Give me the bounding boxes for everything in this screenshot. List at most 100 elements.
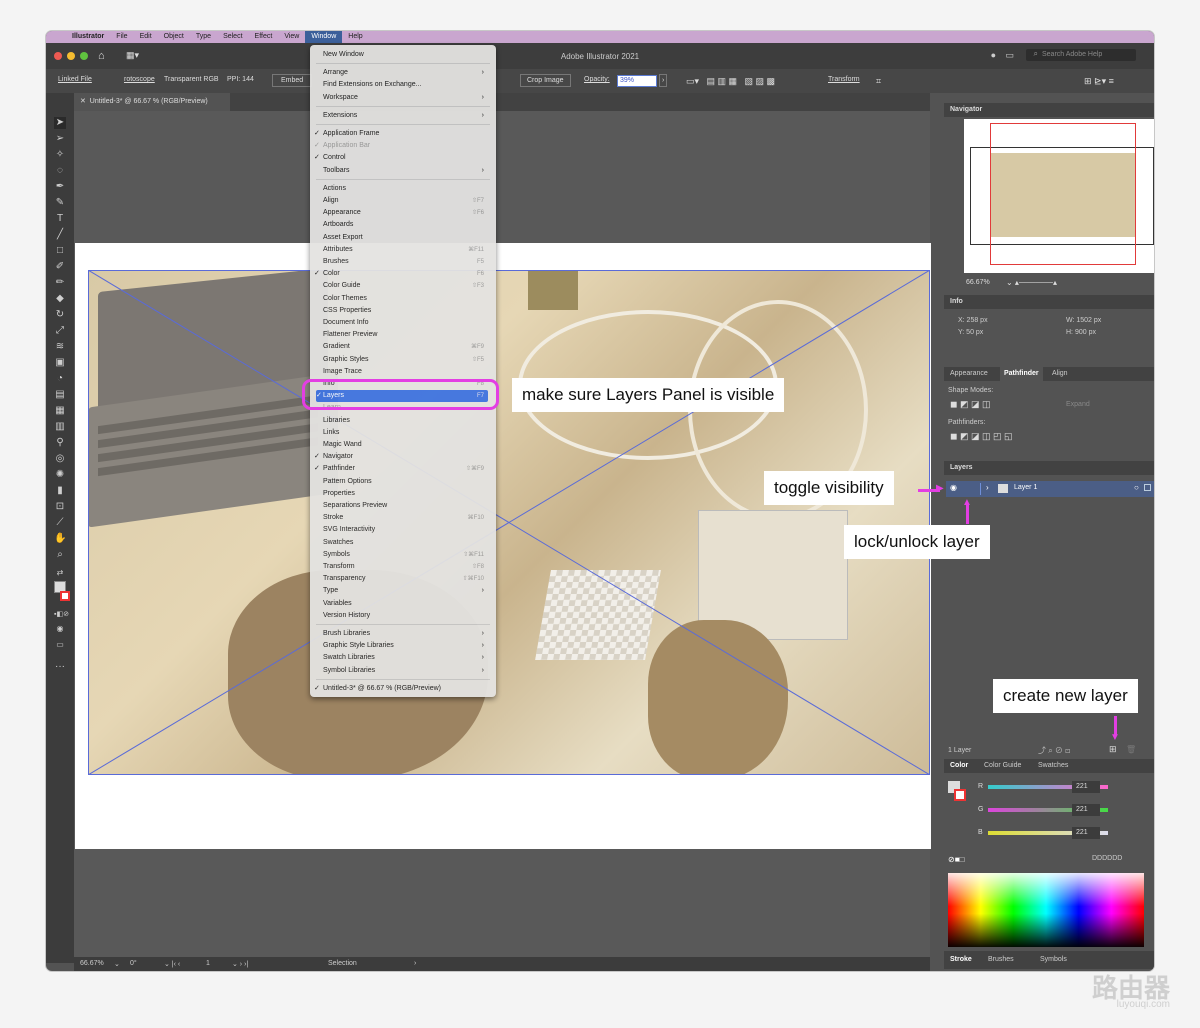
hex-value[interactable]: DDDDDD — [1092, 855, 1122, 862]
type-tool-icon[interactable]: T — [54, 213, 66, 225]
menu-item-links[interactable]: Links — [323, 427, 488, 439]
rotate-view[interactable]: 0° — [130, 960, 137, 967]
perspective-grid-tool-icon[interactable]: ▤ — [54, 389, 66, 401]
menu-item-variables[interactable]: Variables — [323, 598, 488, 610]
draw-mode-icon[interactable]: ◉ — [54, 623, 66, 635]
menu-item-transparency[interactable]: Transparency ⇧⌘F10 — [323, 573, 488, 585]
menu-item-color[interactable]: ✓ Color F6 — [314, 268, 488, 280]
navigator-zoom-slider[interactable]: ⌄ ▴──────▴ — [1006, 278, 1057, 287]
menu-item-pattern-options[interactable]: Pattern Options — [323, 476, 488, 488]
rectangle-tool-icon[interactable]: □ — [54, 245, 66, 257]
transform-icon[interactable]: ⌗ — [876, 76, 881, 87]
menu-item-find-extensions-on-exchange[interactable]: Find Extensions on Exchange... — [323, 79, 488, 91]
navigator-panel-header[interactable]: Navigator — [944, 103, 1154, 117]
navigator-zoom[interactable]: 66.67% — [966, 279, 990, 286]
status-mode[interactable]: Selection — [328, 960, 357, 967]
direct-selection-tool-icon[interactable]: ➢ — [54, 133, 66, 145]
g-value[interactable]: 221 — [1072, 804, 1100, 816]
artboard-nav-next-icons[interactable]: ⌄ › ›| — [232, 960, 248, 968]
layers-footer-icons[interactable]: ⤴ ⌕ ⊘ ⊡ — [1038, 745, 1070, 756]
pencil-tool-icon[interactable]: ✏ — [54, 277, 66, 289]
shape-builder-tool-icon[interactable]: ◔ — [54, 373, 66, 385]
target-icon[interactable]: ○ — [1134, 483, 1139, 492]
menu-item-brush-libraries[interactable]: Brush Libraries › — [323, 628, 488, 640]
color-stroke-swatch[interactable] — [954, 789, 966, 801]
menu-item-properties[interactable]: Properties — [323, 488, 488, 500]
tab-color-guide[interactable]: Color Guide — [984, 759, 1021, 773]
tab-swatches[interactable]: Swatches — [1038, 759, 1068, 773]
selection-tool-icon[interactable]: ➤ — [54, 117, 66, 129]
menu-item-stroke[interactable]: Stroke ⌘F10 — [323, 512, 488, 524]
menu-item-separations-preview[interactable]: Separations Preview — [323, 500, 488, 512]
hand-tool-icon[interactable]: ✋ — [54, 533, 66, 545]
screen-mode-icon[interactable]: ▭ — [54, 639, 66, 651]
menu-item-color-guide[interactable]: Color Guide ⇧F3 — [323, 280, 488, 292]
menu-item-swatches[interactable]: Swatches — [323, 537, 488, 549]
tab-appearance[interactable]: Appearance — [950, 367, 988, 381]
linked-file-link[interactable]: Linked File — [58, 76, 92, 83]
tab-color[interactable]: Color — [950, 759, 968, 773]
menu-item-control[interactable]: ✓ Control — [314, 152, 488, 164]
status-arrow-icon[interactable]: › — [414, 960, 416, 967]
swap-colors-icon[interactable]: ⇄ — [54, 567, 66, 579]
menu-item-version-history[interactable]: Version History — [323, 610, 488, 622]
menu-item-navigator[interactable]: ✓ Navigator — [314, 451, 488, 463]
eraser-tool-icon[interactable]: ◆ — [54, 293, 66, 305]
color-mode-icons[interactable]: ▪◧⊘ — [54, 609, 69, 621]
layer-name[interactable]: Layer 1 — [1014, 484, 1037, 491]
expand-layer-icon[interactable]: › — [986, 483, 989, 492]
blend-tool-icon[interactable]: ◎ — [54, 453, 66, 465]
menu-item-color-themes[interactable]: Color Themes — [323, 293, 488, 305]
selection-indicator[interactable] — [1144, 484, 1151, 491]
menu-item-artboards[interactable]: Artboards — [323, 219, 488, 231]
menu-file[interactable]: File — [110, 31, 133, 43]
menu-item-magic-wand[interactable]: Magic Wand — [323, 439, 488, 451]
new-layer-icon[interactable]: ⊞ — [1109, 744, 1117, 755]
symbol-sprayer-tool-icon[interactable]: ✺ — [54, 469, 66, 481]
menu-item-new-window[interactable]: New Window — [323, 49, 488, 61]
menu-item-swatch-libraries[interactable]: Swatch Libraries › — [323, 652, 488, 664]
menu-item-symbols[interactable]: Symbols ⇧⌘F11 — [323, 549, 488, 561]
mesh-tool-icon[interactable]: ▦ — [54, 405, 66, 417]
menu-item-untitled-3-66-67-rgb-preview[interactable]: ✓ Untitled-3* @ 66.67 % (RGB/Preview) — [314, 683, 488, 695]
color-spectrum[interactable] — [948, 873, 1144, 947]
tab-symbols[interactable]: Symbols — [1040, 951, 1067, 969]
eye-icon[interactable]: ◉ — [950, 483, 957, 492]
none-black-white-swatches[interactable]: ⊘■□ — [948, 855, 964, 864]
menu-help[interactable]: Help — [342, 31, 368, 43]
lock-toggle[interactable] — [980, 483, 981, 495]
menu-window[interactable]: Window — [305, 31, 343, 43]
zoom-level[interactable]: 66.67% — [80, 960, 104, 967]
menu-item-svg-interactivity[interactable]: SVG Interactivity — [323, 524, 488, 536]
pathfinder-icons[interactable]: ◼ ◩ ◪ ◫ ◰ ◱ — [950, 431, 1013, 442]
artboard-number[interactable]: 1 — [206, 960, 210, 967]
trash-icon[interactable]: 🗑 — [1126, 745, 1136, 754]
menu-item-graphic-styles[interactable]: Graphic Styles ⇧F5 — [323, 354, 488, 366]
zoom-dropdown-icon[interactable]: ⌄ — [114, 960, 120, 968]
close-tab-icon[interactable]: ✕ — [80, 98, 86, 105]
menu-effect[interactable]: Effect — [249, 31, 279, 43]
tab-pathfinder[interactable]: Pathfinder — [1000, 367, 1043, 381]
opacity-arrow-button[interactable]: › — [659, 74, 668, 87]
menu-item-document-info[interactable]: Document Info — [323, 317, 488, 329]
menu-item-align[interactable]: Align ⇧F7 — [323, 195, 488, 207]
r-value[interactable]: 221 — [1072, 781, 1100, 793]
expand-button[interactable]: Expand — [1066, 401, 1090, 408]
magic-wand-tool-icon[interactable]: ✧ — [54, 149, 66, 161]
embed-button[interactable]: Embed — [272, 74, 313, 87]
menu-item-gradient[interactable]: Gradient ⌘F9 — [323, 341, 488, 353]
artboard-nav-icons[interactable]: ⌄ |‹ ‹ — [164, 960, 180, 968]
menu-item-asset-export[interactable]: Asset Export — [323, 232, 488, 244]
menu-item-type[interactable]: Type › — [323, 585, 488, 597]
layers-panel-header[interactable]: Layers — [944, 461, 1154, 475]
menu-item-extensions[interactable]: Extensions › — [323, 110, 488, 122]
align-icons[interactable]: ▭▾ ▤ ▥ ▦ ▧ ▨ ▩ — [686, 76, 775, 87]
paintbrush-tool-icon[interactable]: ✐ — [54, 261, 66, 273]
scale-tool-icon[interactable]: ⤢ — [54, 325, 66, 337]
menu-item-brushes[interactable]: Brushes F5 — [323, 256, 488, 268]
transform-link[interactable]: Transform — [828, 76, 860, 83]
menu-item-arrange[interactable]: Arrange › — [323, 67, 488, 79]
menu-type[interactable]: Type — [190, 31, 217, 43]
panel-layout-icon[interactable]: ▭ — [1005, 50, 1014, 61]
zoom-tool-icon[interactable]: ⌕ — [54, 549, 66, 561]
